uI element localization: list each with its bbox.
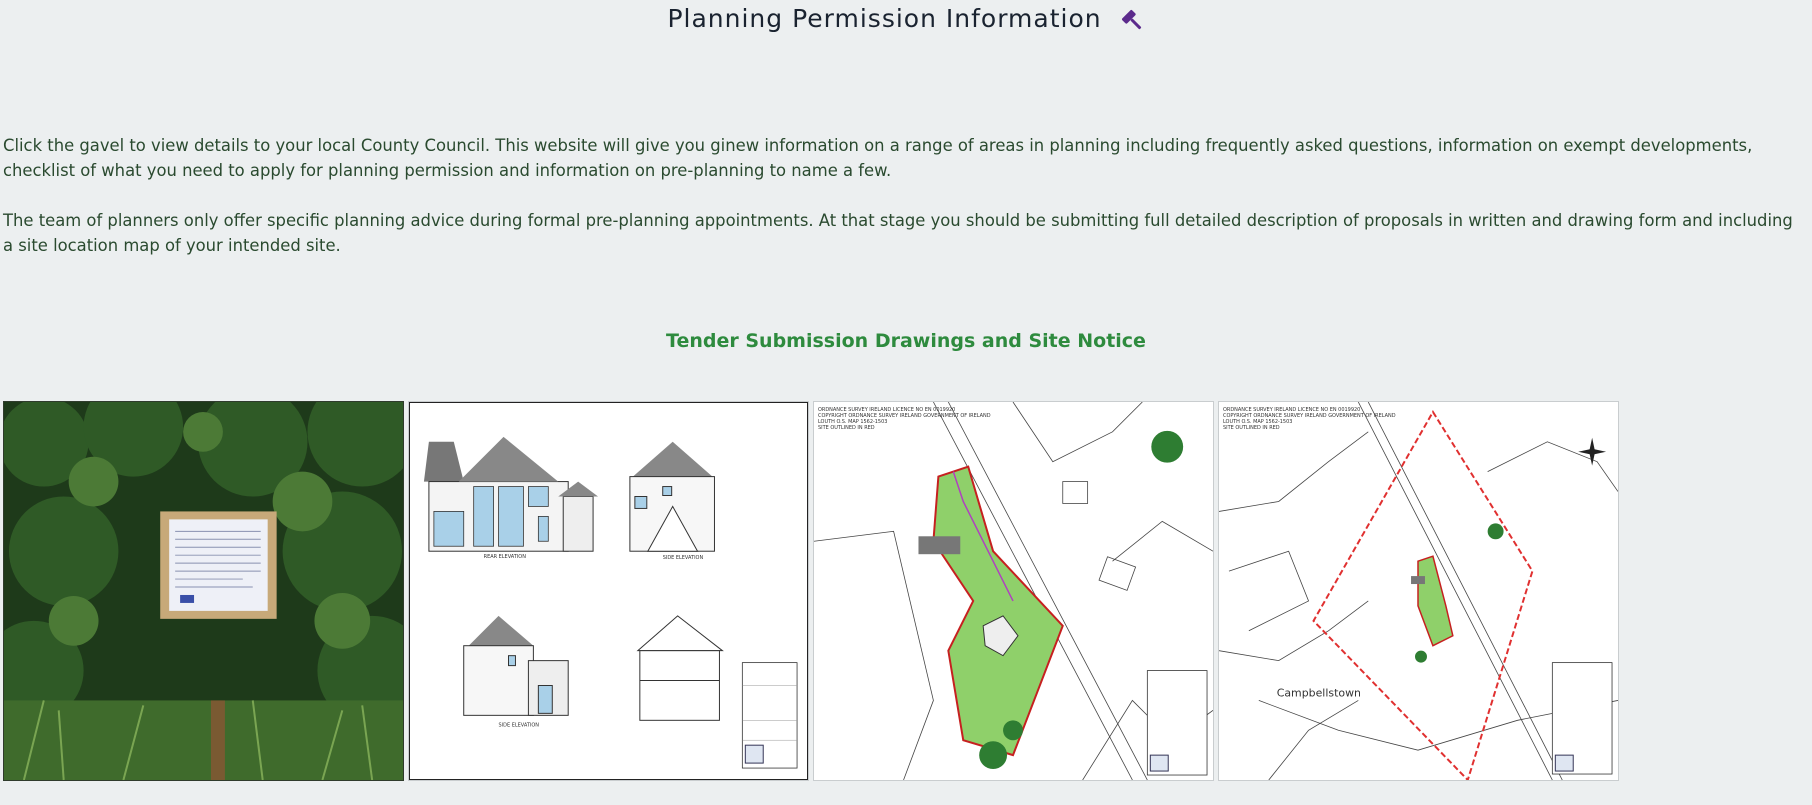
intro-paragraph-2: The team of planners only offer specific… (3, 211, 1793, 255)
site-layout-header-4: SITE OUTLINED IN RED (818, 425, 875, 431)
intro-paragraph-1: Click the gavel to view details to your … (3, 136, 1753, 180)
site-notice-photo[interactable] (3, 401, 404, 781)
site-layout-drawing[interactable]: ORDNANCE SURVEY IRELAND LICENCE NO EN 00… (813, 401, 1214, 781)
site-location-map[interactable]: ORDNANCE SURVEY IRELAND LICENCE NO EN 00… (1218, 401, 1619, 781)
gallery: REAR ELEVATION SIDE ELEVATION SIDE ELEVA… (3, 401, 1619, 781)
page-title-text: Planning Permission Information (667, 4, 1102, 33)
rear-elevation-label: REAR ELEVATION (484, 554, 527, 560)
elevations-drawing[interactable]: REAR ELEVATION SIDE ELEVATION SIDE ELEVA… (408, 401, 809, 781)
side-elevation-label: SIDE ELEVATION (663, 555, 704, 561)
site-location-header-4: SITE OUTLINED IN RED (1223, 425, 1280, 431)
gavel-icon[interactable] (1119, 7, 1145, 33)
map-place-label: Campbellstown (1277, 686, 1361, 699)
page-title: Planning Permission Information (0, 4, 1812, 33)
side-elevation-label-2: SIDE ELEVATION (499, 722, 540, 728)
gallery-heading: Tender Submission Drawings and Site Noti… (666, 330, 1146, 352)
